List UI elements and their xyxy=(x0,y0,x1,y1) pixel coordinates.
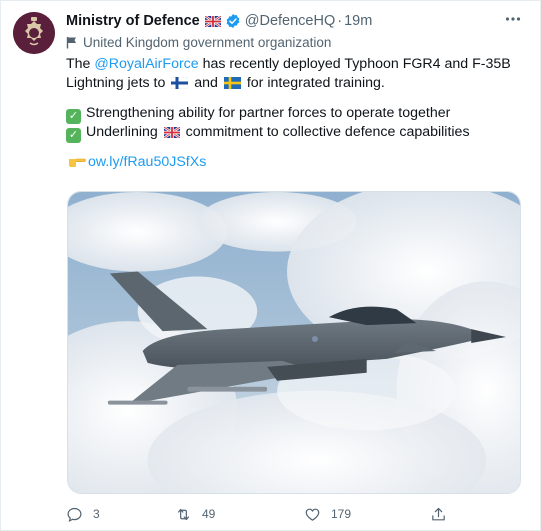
check-mark-icon: ✓ xyxy=(66,128,81,143)
text-segment: and xyxy=(190,75,222,91)
pointing-hand-icon xyxy=(69,158,86,167)
mention-link[interactable]: @RoyalAirForce xyxy=(94,56,198,72)
text-line-1: The @RoyalAirForce has recently deployed… xyxy=(66,55,526,74)
timestamp[interactable]: 19m xyxy=(344,13,372,29)
bullet-text: Underlining xyxy=(86,124,162,140)
text-segment: Lightning jets to xyxy=(66,75,170,91)
heart-icon xyxy=(305,508,320,521)
retweet-button[interactable]: 49 xyxy=(175,503,215,525)
bullet-1: ✓ Strengthening ability for partner force… xyxy=(66,104,526,124)
like-button[interactable]: 179 xyxy=(304,503,351,525)
tweet-actions: 3 49 179 xyxy=(66,503,466,525)
reply-button[interactable]: 3 xyxy=(66,503,100,525)
like-count: 179 xyxy=(331,507,352,521)
bullet-text: commitment to collective defence capabil… xyxy=(181,124,470,140)
check-mark-icon: ✓ xyxy=(66,109,81,124)
text-segment: has recently deployed Typhoon FGR4 and F… xyxy=(198,56,511,72)
retweet-count: 49 xyxy=(202,507,216,521)
jet-photo xyxy=(68,192,520,493)
verified-badge-icon xyxy=(226,14,240,28)
separator-dot: · xyxy=(337,13,343,29)
uk-flag-icon xyxy=(163,127,180,138)
author-name[interactable]: Ministry of Defence xyxy=(66,13,200,29)
share-icon xyxy=(432,507,445,520)
link-line: ow.ly/fRau50JSfXs xyxy=(66,153,526,172)
government-flag-icon xyxy=(66,36,76,48)
retweet-icon xyxy=(177,508,190,520)
more-icon[interactable] xyxy=(502,9,524,29)
reply-icon xyxy=(67,507,82,522)
bullet-2: ✓ Underlining commitment to collective de… xyxy=(66,123,526,143)
sweden-flag-icon xyxy=(223,77,241,89)
avatar[interactable] xyxy=(13,12,55,54)
org-label: United Kingdom government organization xyxy=(83,34,332,50)
share-button[interactable] xyxy=(430,503,457,525)
text-segment: for integrated training. xyxy=(242,75,385,91)
author-handle[interactable]: @DefenceHQ xyxy=(245,13,335,29)
shortened-link[interactable]: ow.ly/fRau50JSfXs xyxy=(88,154,206,170)
tweet-card[interactable]: Ministry of Defence @DefenceHQ · 19m Uni… xyxy=(0,0,541,531)
uk-flag-icon xyxy=(204,15,221,27)
reply-count: 3 xyxy=(93,507,100,521)
tweet-header: Ministry of Defence @DefenceHQ · 19m xyxy=(66,10,500,32)
org-label-row: United Kingdom government organization xyxy=(66,33,331,51)
tweet-text: The @RoyalAirForce has recently deployed… xyxy=(66,55,526,172)
finland-flag-icon xyxy=(171,77,189,89)
text-segment: The xyxy=(66,56,95,72)
text-line-2: Lightning jets to and for integrated tra… xyxy=(66,74,526,93)
tweet-image[interactable] xyxy=(67,191,521,494)
bullet-text: Strengthening ability for partner forces… xyxy=(86,105,451,121)
